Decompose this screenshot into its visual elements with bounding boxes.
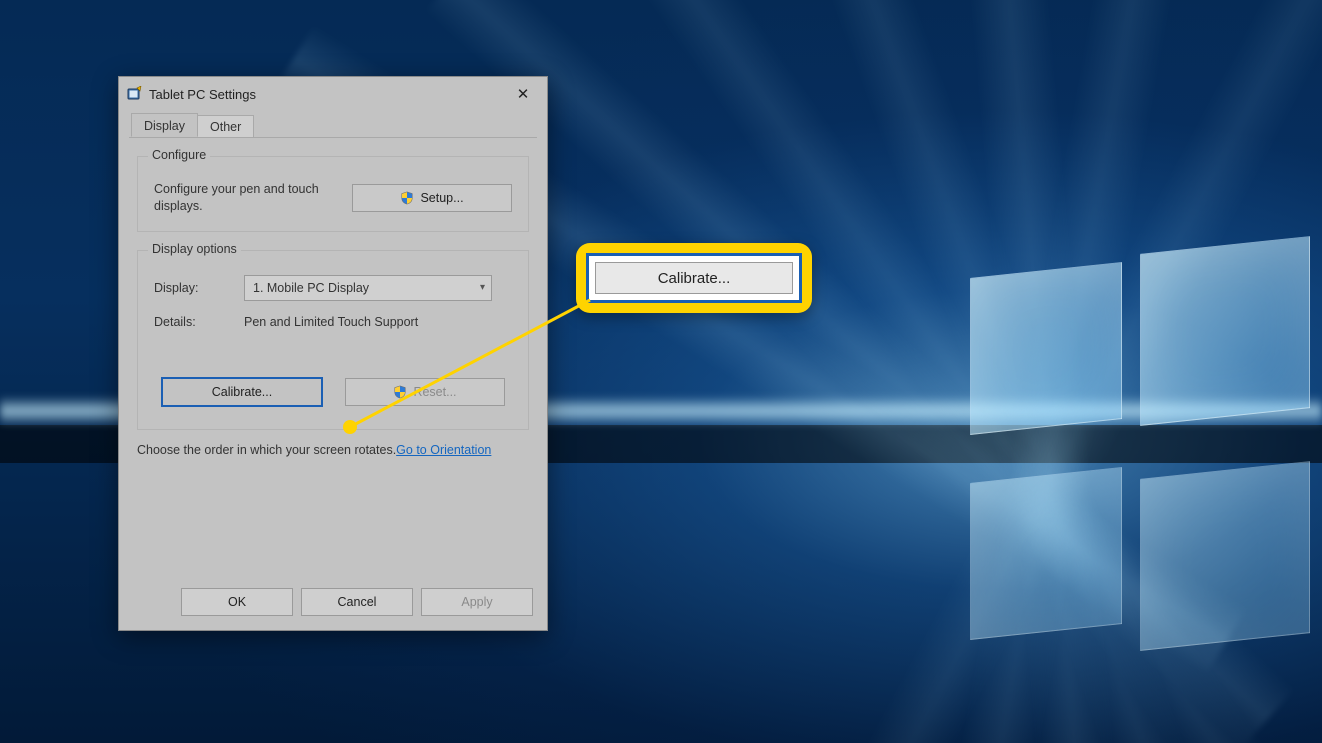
setup-button[interactable]: Setup... [352,184,512,212]
windows-logo-pane [970,467,1122,640]
dialog-button-row: OK Cancel Apply [181,588,533,616]
tab-other[interactable]: Other [197,115,254,138]
callout-inner: Calibrate... [586,253,802,303]
apply-button-label: Apply [461,595,492,609]
uac-shield-icon [400,191,414,205]
windows-logo-pane [1140,236,1310,426]
orientation-link[interactable]: Go to Orientation [396,443,491,457]
title-bar[interactable]: Tablet PC Settings ✕ [119,77,547,111]
details-value: Pen and Limited Touch Support [244,315,512,329]
setup-button-label: Setup... [420,191,463,205]
display-dropdown-value: 1. Mobile PC Display [253,281,369,295]
calibrate-button-label: Calibrate... [212,385,272,399]
details-label: Details: [154,315,244,329]
display-label: Display: [154,281,244,295]
tab-rule [129,137,537,138]
orientation-hint: Choose the order in which your screen ro… [137,442,529,459]
callout-highlight: Calibrate... [576,243,812,313]
cancel-button[interactable]: Cancel [301,588,413,616]
group-legend: Configure [148,148,210,162]
close-icon: ✕ [517,85,530,103]
reset-button[interactable]: Reset... [345,378,505,406]
tab-display[interactable]: Display [131,113,198,137]
callout-label: Calibrate... [658,270,731,287]
windows-logo [970,240,1310,640]
tab-label: Other [210,120,241,134]
group-legend: Display options [148,242,241,256]
ok-button-label: OK [228,595,246,609]
close-button[interactable]: ✕ [501,79,545,109]
calibrate-button[interactable]: Calibrate... [161,377,323,407]
ok-button[interactable]: OK [181,588,293,616]
tablet-pc-settings-dialog: Tablet PC Settings ✕ Display Other Confi… [118,76,548,631]
windows-desktop: Tablet PC Settings ✕ Display Other Confi… [0,0,1322,743]
windows-logo-pane [1140,461,1310,651]
configure-group: Configure Configure your pen and touch d… [137,156,529,232]
orientation-hint-text: Choose the order in which your screen ro… [137,443,396,457]
chevron-down-icon: ▾ [480,282,485,293]
display-dropdown[interactable]: 1. Mobile PC Display ▾ [244,275,492,301]
display-options-group: Display options Display: 1. Mobile PC Di… [137,250,529,430]
tab-label: Display [144,119,185,133]
callout-calibrate-button: Calibrate... [595,262,793,294]
cancel-button-label: Cancel [338,595,377,609]
apply-button[interactable]: Apply [421,588,533,616]
tablet-pc-icon [127,86,143,102]
windows-logo-pane [970,262,1122,435]
reset-button-label: Reset... [413,385,456,399]
uac-shield-icon [393,385,407,399]
window-title: Tablet PC Settings [149,87,256,102]
tab-strip: Display Other [119,111,547,137]
configure-text: Configure your pen and touch displays. [154,181,352,215]
